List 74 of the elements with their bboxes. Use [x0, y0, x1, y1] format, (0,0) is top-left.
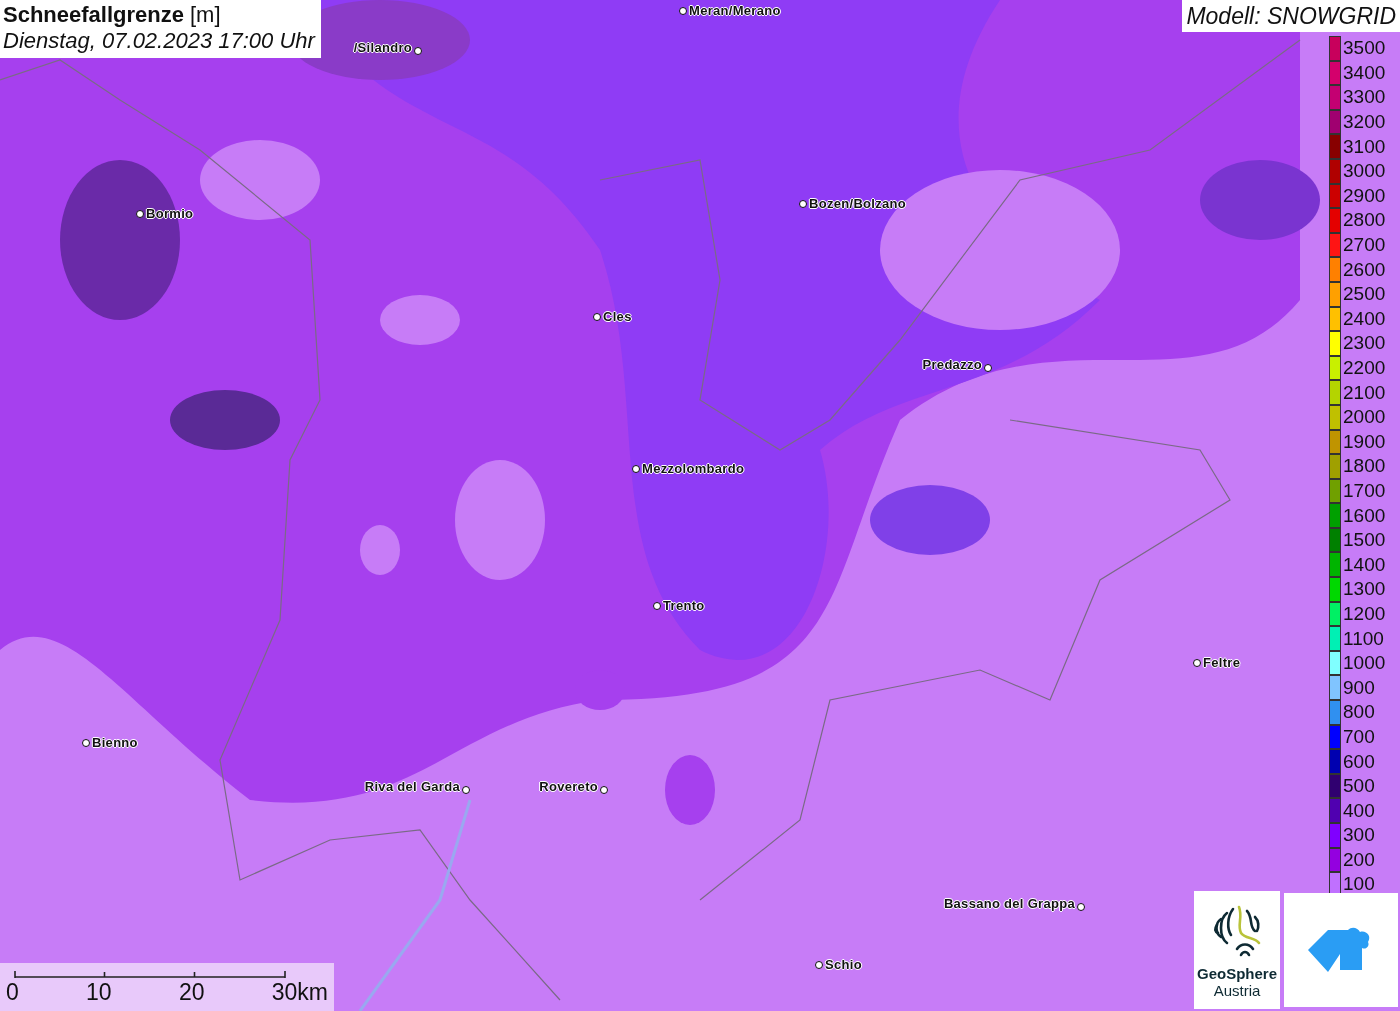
- legend-label: 2400: [1343, 307, 1386, 330]
- legend-label: 2000: [1343, 406, 1386, 429]
- legend-label: 300: [1343, 824, 1375, 847]
- city-marker: [679, 6, 687, 15]
- legend-label: 1300: [1343, 578, 1386, 601]
- scale-label: 20: [178, 979, 205, 1006]
- city-label: Trento: [663, 598, 705, 613]
- city-label: Rovereto: [539, 779, 598, 794]
- forecast-time: Dienstag, 07.02.2023 17:00 Uhr: [3, 28, 315, 54]
- legend-label: 1100: [1343, 627, 1384, 650]
- legend-label: 800: [1343, 701, 1375, 724]
- legend-label: 3000: [1343, 160, 1386, 183]
- city-label: Cles: [603, 309, 632, 324]
- city-label: Mezzolombardo: [642, 461, 745, 476]
- city-label: Bozen/Bolzano: [809, 196, 907, 211]
- legend-label: 2300: [1343, 332, 1386, 355]
- city-marker: [653, 601, 661, 610]
- unit-label: [m]: [189, 2, 221, 28]
- city-label: Schio: [825, 957, 862, 972]
- city-marker: [1193, 658, 1201, 667]
- legend-label: 2700: [1343, 234, 1386, 257]
- scale-label: 30km: [271, 979, 328, 1006]
- legend-label: 1600: [1343, 504, 1386, 527]
- city-label: Bassano del Grappa: [943, 896, 1075, 911]
- legend-label: 3100: [1343, 135, 1386, 158]
- logo-name: GeoSphere: [1197, 965, 1277, 982]
- city-marker: [600, 786, 608, 794]
- city-marker: [462, 786, 470, 794]
- legend-label: 1400: [1343, 553, 1386, 576]
- legend-label: 1900: [1343, 430, 1386, 453]
- map-title: Schneefallgrenze: [3, 2, 184, 28]
- city-marker: [984, 364, 992, 372]
- legend-label: 3200: [1343, 111, 1386, 134]
- legend-label: 700: [1343, 725, 1375, 748]
- city-label: Riva del Garda: [364, 779, 460, 794]
- legend-label: 900: [1343, 676, 1375, 699]
- scale-label: 10: [86, 979, 112, 1006]
- legend-label: 1500: [1343, 529, 1386, 552]
- city-label: /Silandro: [353, 40, 412, 55]
- city-label: Meran/Merano: [689, 3, 781, 18]
- legend-label: 3300: [1343, 86, 1386, 109]
- legend-label: 2800: [1343, 209, 1386, 232]
- scale-bar-icon: [14, 969, 286, 979]
- scale-label: 0: [6, 979, 19, 1006]
- city-marker: [799, 199, 807, 208]
- legend-label: 600: [1343, 750, 1375, 773]
- city-marker: [136, 209, 144, 218]
- model-label: Modell: SNOWGRID: [1182, 0, 1400, 32]
- legend-label: 1800: [1343, 455, 1386, 478]
- legend-label: 2600: [1343, 258, 1386, 281]
- legend-label: 1000: [1343, 652, 1386, 675]
- legend-label: 3500: [1343, 37, 1386, 60]
- city-marker: [414, 47, 422, 55]
- legend-label: 100: [1343, 873, 1375, 896]
- legend-label: 2500: [1343, 283, 1386, 306]
- legend-label: 2200: [1343, 357, 1386, 379]
- city-marker: [82, 738, 90, 747]
- city-marker: [593, 312, 601, 321]
- legend-label: 1200: [1343, 602, 1386, 625]
- city-label: Bormio: [146, 206, 194, 221]
- legend-label: 500: [1343, 775, 1375, 798]
- legend-label: 3400: [1343, 61, 1386, 84]
- logo-subtitle: Austria: [1213, 982, 1261, 999]
- legend-label: 2100: [1343, 381, 1386, 404]
- city-label: Feltre: [1203, 655, 1241, 670]
- city-marker: [1077, 903, 1085, 911]
- city-marker: [815, 960, 823, 969]
- legend-label: 200: [1343, 848, 1375, 871]
- legend-label: 400: [1343, 799, 1375, 822]
- city-label: Bienno: [92, 735, 138, 750]
- city-label: Predazzo: [922, 357, 982, 372]
- city-marker: [632, 464, 640, 473]
- legend-label: 2900: [1343, 184, 1386, 207]
- legend-label: 1700: [1343, 480, 1386, 502]
